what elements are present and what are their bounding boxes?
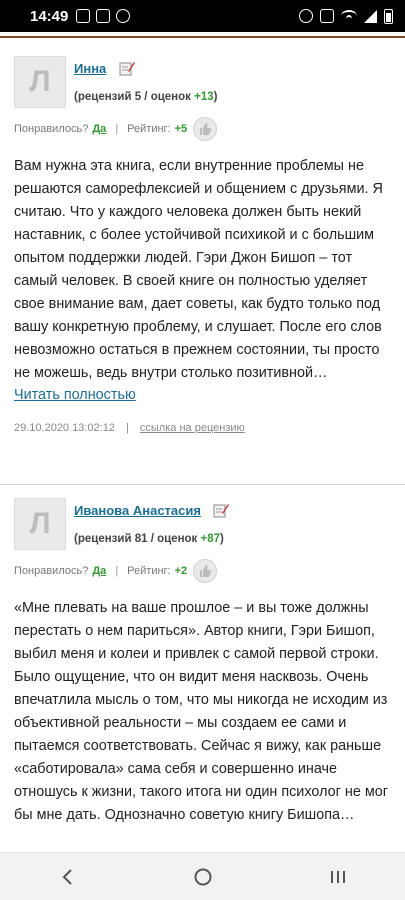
- separator: |: [126, 422, 129, 434]
- thumbs-up-button[interactable]: [193, 559, 218, 583]
- status-right-icons: [299, 8, 393, 24]
- stats-score: +13: [194, 91, 214, 103]
- rating-row: Понравилось? Да | Рейтинг: +5: [14, 117, 394, 141]
- review-permalink[interactable]: ссылка на рецензию: [140, 422, 245, 434]
- separator: |: [115, 123, 119, 135]
- home-circle-icon: [194, 868, 211, 885]
- liked-label: Понравилось?: [14, 565, 89, 577]
- read-more-link[interactable]: Читать полностью: [14, 387, 136, 403]
- image-icon: [76, 9, 91, 23]
- author-name-link[interactable]: Инна: [74, 61, 106, 76]
- status-bar: 14:49: [0, 0, 405, 32]
- liked-label: Понравилось?: [14, 123, 89, 135]
- rating-value: +5: [174, 123, 188, 135]
- like-yes-button[interactable]: Да: [92, 565, 106, 577]
- author-info: Инна (рецензий 5 / оценок +13): [74, 56, 217, 108]
- rating-label: Рейтинг:: [127, 565, 171, 577]
- meta-row: 29.10.2020 13:02:12 | ссылка на рецензию: [14, 422, 394, 434]
- author-stats: (рецензий 81 / оценок +87): [74, 533, 229, 545]
- back-button[interactable]: [48, 862, 88, 892]
- whatsapp-icon: [116, 9, 131, 23]
- pencil-icon: [213, 504, 230, 518]
- pencil-icon: [119, 62, 135, 76]
- stats-prefix: (рецензий 5 / оценок: [74, 91, 195, 103]
- signal-icon: [364, 9, 377, 23]
- review-card: Л Иванова Анастасия (рецензий 81 / оцено…: [14, 498, 394, 827]
- author-row: Л Иванова Анастасия (рецензий 81 / оцено…: [14, 498, 394, 550]
- author-info: Иванова Анастасия (рецензий 81 / оценок …: [74, 498, 230, 550]
- author-name-link[interactable]: Иванова Анастасия: [74, 503, 201, 518]
- avatar[interactable]: Л: [14, 56, 66, 108]
- recents-button[interactable]: [318, 862, 358, 892]
- alarm-icon: [299, 9, 313, 23]
- mute-icon: [320, 9, 334, 23]
- like-yes-button[interactable]: Да: [92, 123, 106, 135]
- review-text: «Мне плевать на ваше прошлое – и вы тоже…: [14, 600, 388, 823]
- separator: |: [115, 565, 119, 577]
- author-row: Л Инна (рецензий 5 / оценок +13): [14, 56, 394, 108]
- rating-row: Понравилось? Да | Рейтинг: +2: [14, 559, 394, 583]
- author-stats: (рецензий 5 / оценок +13): [74, 91, 217, 103]
- thumbs-up-icon: [200, 565, 212, 577]
- rating-value: +2: [174, 565, 188, 577]
- battery-icon: [384, 8, 393, 24]
- recents-icon: [330, 870, 345, 883]
- stats-suffix: ): [220, 533, 224, 545]
- review-divider: [0, 484, 405, 485]
- stats-suffix: ): [213, 91, 218, 103]
- avatar[interactable]: Л: [14, 498, 66, 550]
- mail-icon: [96, 9, 111, 23]
- status-time: 14:49: [30, 7, 69, 25]
- stats-score: +87: [200, 533, 221, 545]
- wifi-icon: [341, 10, 357, 22]
- review-date: 29.10.2020 13:02:12: [14, 422, 115, 434]
- thumbs-up-button[interactable]: [193, 117, 218, 141]
- review-text: Вам нужна эта книга, если внутренние про…: [14, 158, 383, 381]
- system-nav-bar: [0, 852, 405, 900]
- stats-prefix: (рецензий 81 / оценок: [74, 533, 201, 545]
- home-button[interactable]: [183, 862, 223, 892]
- thumbs-up-icon: [200, 123, 212, 135]
- top-divider: [0, 36, 405, 38]
- status-left-icons: [76, 9, 131, 23]
- rating-label: Рейтинг:: [127, 123, 171, 135]
- back-chevron-icon: [62, 868, 72, 885]
- review-card: Л Инна (рецензий 5 / оценок +13) Понрави…: [14, 56, 394, 434]
